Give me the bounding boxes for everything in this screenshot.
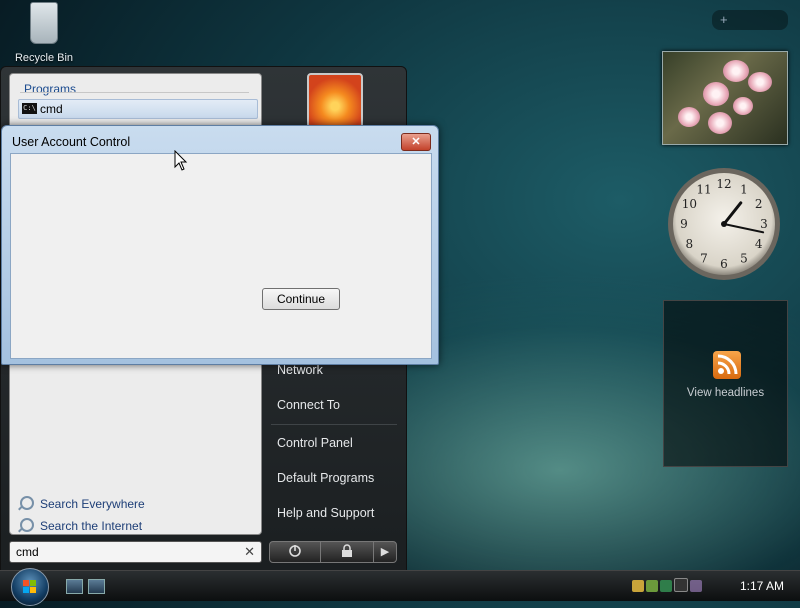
add-gadget-icon[interactable]: + [720,12,728,27]
right-pane-divider [271,424,397,425]
taskbar: 1:17 AM [0,568,800,606]
clock-gadget[interactable]: 12 12 3 45678 9 1011 [665,166,783,282]
system-tray [632,578,727,594]
clock-number: 3 [760,217,768,231]
clear-search-icon[interactable]: ✕ [244,544,255,560]
recycle-bin-icon [30,2,58,44]
power-button[interactable] [269,541,321,563]
search-icon [20,496,34,510]
recycle-bin-label: Recycle Bin [14,52,74,64]
clock-number: 2 [755,197,763,211]
defender-icon[interactable] [660,580,672,592]
sidebar-toolbar[interactable]: + [712,10,788,30]
power-icon [289,545,301,557]
menu-item-default-programs[interactable]: Default Programs [277,471,374,485]
lock-icon [342,544,352,557]
search-icon [20,518,34,532]
clock-number: 5 [740,252,748,266]
clock-number: 10 [682,197,697,211]
menu-item-connect-to[interactable]: Connect To [277,398,340,412]
clock-number: 1 [740,182,748,196]
program-item-label: cmd [40,102,63,116]
search-internet-link[interactable]: Search the Internet [20,518,142,533]
mouse-cursor-icon [174,150,188,171]
programs-heading: Programs [24,82,77,96]
search-internet-label: Search the Internet [40,519,143,533]
switch-windows-icon[interactable] [88,579,105,594]
dialog-body: Continue [10,153,432,359]
clock-number: 11 [696,182,711,196]
dialog-title: User Account Control [12,135,131,149]
rss-feed-icon [713,351,741,379]
view-headlines-label: View headlines [686,387,765,399]
network-icon[interactable] [674,578,688,592]
windows-update-icon[interactable] [646,580,658,592]
program-item-cmd[interactable]: C:\ cmd [18,99,258,119]
clock-number: 6 [720,257,728,271]
taskbar-clock[interactable]: 1:17 AM [740,579,784,593]
uac-dialog: User Account Control ✕ Continue [1,125,439,365]
feed-headlines-gadget[interactable]: View headlines [663,300,788,467]
clock-number: 12 [716,177,731,191]
programs-divider [20,92,249,93]
command-prompt-icon: C:\ [22,103,37,114]
menu-item-network[interactable]: Network [277,363,323,377]
security-shield-icon[interactable] [632,580,644,592]
shutdown-options-arrow[interactable]: ▶ [373,541,397,563]
search-everywhere-link[interactable]: Search Everywhere [20,496,145,511]
user-picture[interactable] [307,73,363,129]
start-search-input[interactable] [14,543,238,561]
continue-button[interactable]: Continue [262,288,340,310]
volume-icon[interactable] [690,580,702,592]
menu-item-control-panel[interactable]: Control Panel [277,436,353,450]
lock-button[interactable] [320,541,374,563]
clock-number: 4 [755,237,763,251]
clock-number: 7 [700,252,708,266]
start-search-box[interactable]: ✕ [9,541,262,563]
close-button[interactable]: ✕ [401,133,431,151]
clock-number: 9 [680,217,688,231]
show-desktop-icon[interactable] [66,579,83,594]
power-controls: ▶ [269,541,397,563]
search-everywhere-label: Search Everywhere [40,497,145,511]
clock-number: 8 [686,237,694,251]
slideshow-gadget[interactable] [662,51,788,145]
recycle-bin[interactable]: Recycle Bin [14,2,74,64]
start-button[interactable] [11,568,49,606]
menu-item-help-support[interactable]: Help and Support [277,506,374,520]
